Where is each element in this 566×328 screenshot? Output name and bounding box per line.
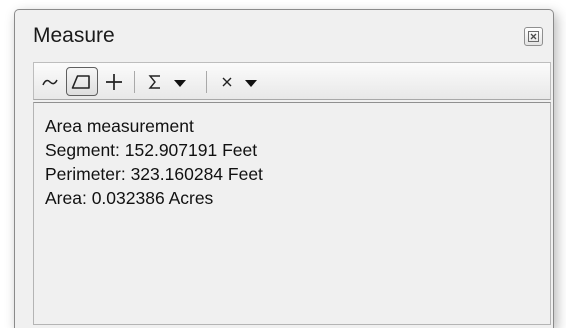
area-value: Area: 0.032386 Acres: [45, 188, 214, 208]
chevron-down-icon: [174, 80, 186, 87]
measure-area-button[interactable]: [66, 67, 98, 96]
measure-line-icon: [42, 79, 58, 86]
clear-dropdown-button[interactable]: [214, 69, 266, 95]
close-button[interactable]: [524, 27, 543, 46]
measure-feature-button[interactable]: [101, 69, 127, 95]
measurement-type-heading: Area measurement: [45, 116, 194, 136]
measurement-results-panel: Area measurement Segment: 152.907191 Fee…: [33, 102, 551, 325]
segment-length: Segment: 152.907191 Feet: [45, 140, 258, 160]
measure-line-button[interactable]: [37, 69, 63, 95]
perimeter-length: Perimeter: 323.160284 Feet: [45, 164, 263, 184]
clear-icon: [222, 77, 257, 87]
measure-window: Measure Area measurement Segment: 152.90…: [14, 9, 554, 328]
sum-dropdown-button[interactable]: [143, 69, 195, 95]
sum-icon: [148, 75, 186, 89]
measure-toolbar: [33, 62, 551, 100]
toolbar-separator: [206, 71, 207, 93]
measure-feature-icon: [106, 74, 122, 90]
toolbar-separator: [134, 71, 135, 93]
window-title: Measure: [33, 24, 115, 47]
chevron-down-icon: [245, 80, 257, 87]
measure-area-icon: [71, 75, 90, 89]
results-text: Area measurement Segment: 152.907191 Fee…: [45, 114, 263, 210]
close-icon: [528, 31, 539, 42]
title-bar[interactable]: Measure: [15, 10, 553, 54]
